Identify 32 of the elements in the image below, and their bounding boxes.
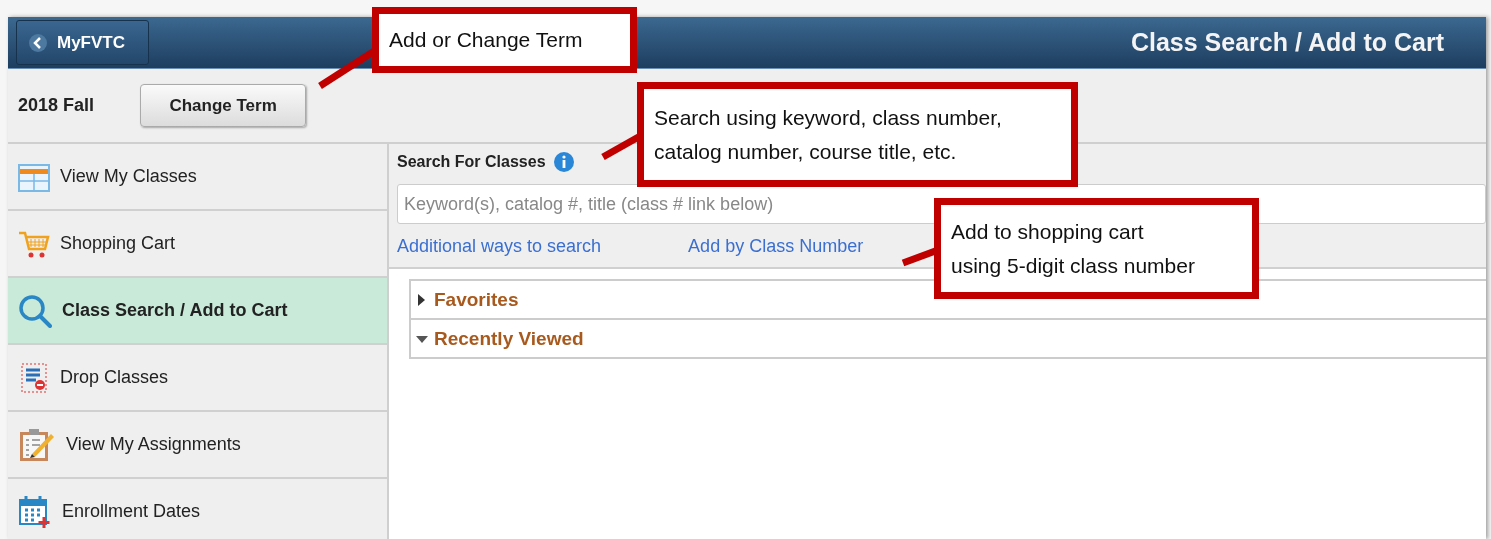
- back-button[interactable]: MyFVTC: [16, 20, 149, 65]
- search-icon: [18, 293, 52, 328]
- sidebar-item[interactable]: Class Search / Add to Cart: [8, 278, 387, 345]
- accordion-label: Recently Viewed: [434, 327, 584, 350]
- term-label: 2018 Fall: [18, 95, 95, 116]
- sidebar-item[interactable]: Enrollment Dates: [8, 479, 387, 539]
- callout-text: Search using keyword, class number, catalog number, course title, etc.: [654, 104, 1002, 165]
- callout-text: Add or Change Term: [389, 27, 583, 54]
- clipboard-pencil-icon: [18, 427, 56, 462]
- sidebar-item[interactable]: View My Classes: [8, 144, 387, 211]
- sidebar-item-label: View My Classes: [60, 166, 197, 187]
- accordion-header[interactable]: Recently Viewed: [411, 320, 1486, 357]
- search-link[interactable]: Add by Class Number: [688, 236, 864, 257]
- calendar-icon: [18, 161, 50, 192]
- back-icon: [29, 33, 47, 52]
- calendar-add-icon: [18, 494, 52, 529]
- change-term-button[interactable]: Change Term: [140, 84, 307, 127]
- sidebar-item-label: Shopping Cart: [60, 233, 176, 254]
- search-title: Search For Classes: [397, 153, 546, 171]
- page-title: Class Search / Add to Cart: [1130, 28, 1444, 57]
- sidebar-item-label: Drop Classes: [60, 367, 169, 388]
- sidebar-item-label: Class Search / Add to Cart: [62, 300, 288, 321]
- search-link[interactable]: Additional ways to search: [397, 236, 602, 257]
- info-icon[interactable]: [553, 152, 574, 172]
- sidebar-item[interactable]: Shopping Cart: [8, 211, 387, 278]
- sidebar-item-label: Enrollment Dates: [62, 501, 201, 522]
- sidebar-item[interactable]: Drop Classes: [8, 345, 387, 412]
- accordion-label: Favorites: [434, 288, 519, 311]
- sidebar-item[interactable]: View My Assignments: [8, 412, 387, 479]
- drop-list-icon: [18, 361, 50, 394]
- callout-text: Add to shopping cart using 5-digit class number: [951, 218, 1195, 279]
- sidebar-item-label: View My Assignments: [66, 434, 241, 455]
